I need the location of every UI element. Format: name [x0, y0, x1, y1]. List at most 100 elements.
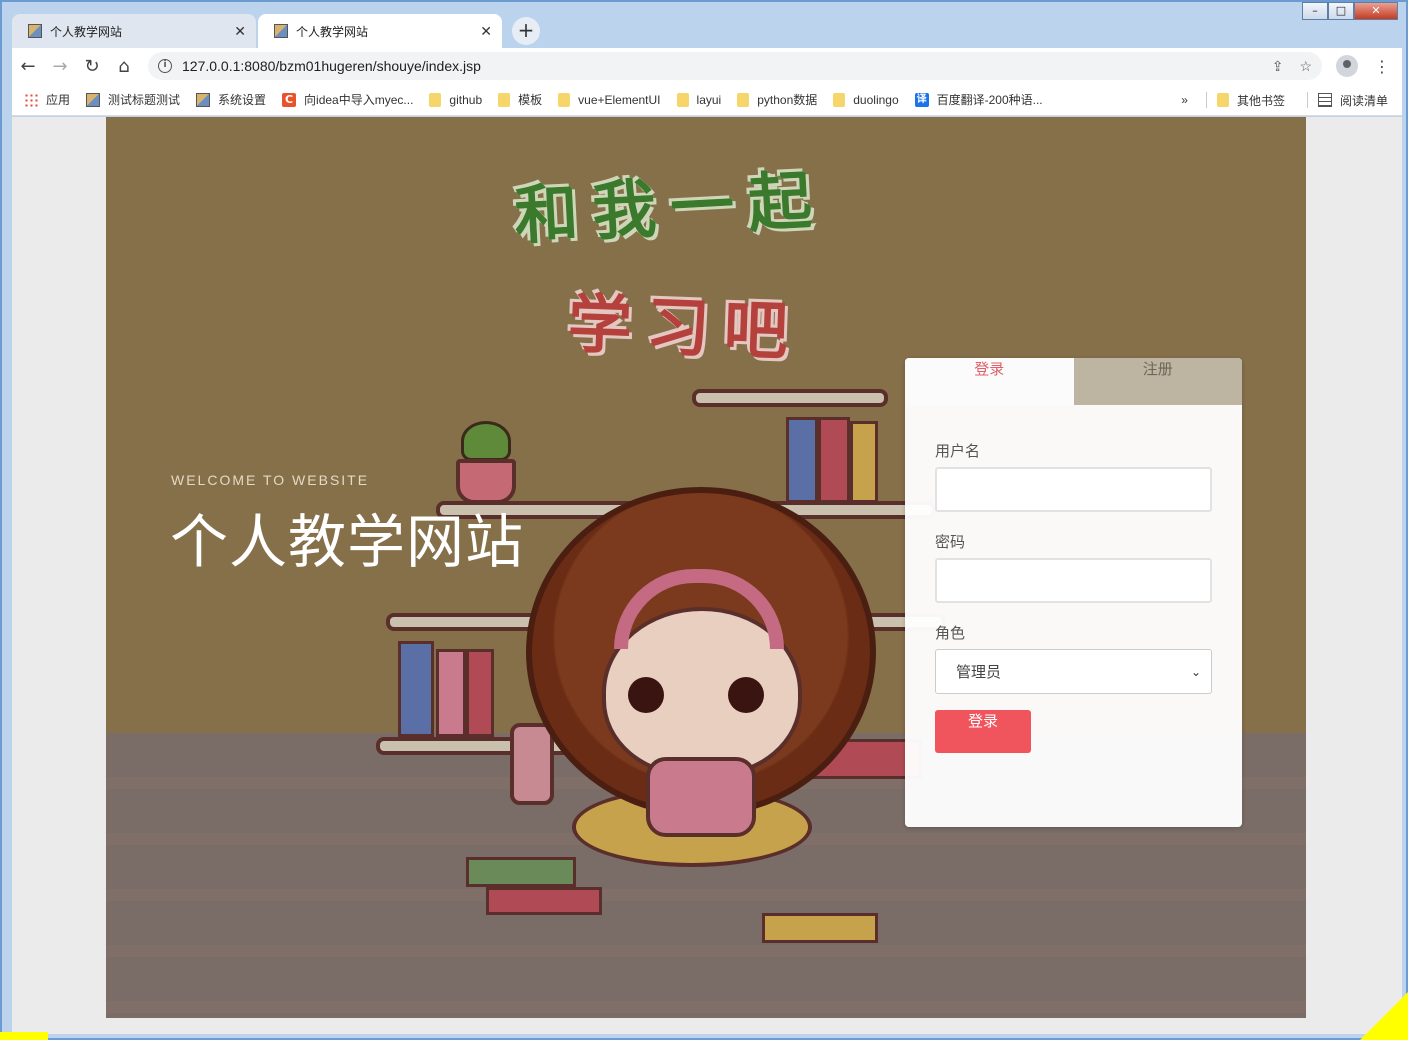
- tab-register[interactable]: 注册: [1073, 358, 1242, 405]
- bookmark-apps[interactable]: 应用: [24, 91, 70, 108]
- bookmarks-overflow-icon[interactable]: »: [1181, 93, 1188, 107]
- username-input[interactable]: [935, 467, 1212, 512]
- bookmark-label: python数据: [757, 93, 818, 107]
- role-label: 角色: [935, 624, 966, 642]
- folder-icon: [1216, 93, 1229, 107]
- browser-tab-active[interactable]: 个人教学网站 ✕: [258, 14, 502, 48]
- headline-study: 学习吧: [566, 287, 804, 371]
- login-card: 登录 注册 用户名 密码 角色 管理员 ⌄ 登录: [905, 358, 1242, 827]
- maximize-icon[interactable]: □: [1328, 2, 1354, 20]
- eye-illustration: [728, 677, 764, 713]
- bookmark-item[interactable]: C 向idea中导入myec...: [282, 91, 413, 108]
- divider: [1306, 92, 1308, 108]
- close-tab-icon[interactable]: ✕: [480, 23, 492, 40]
- browser-window: – □ ✕ 个人教学网站 ✕ 个人教学网站 ✕ + ← → ↻ ⌂ i 127.…: [0, 0, 1408, 1040]
- headline-learn-together: 和我一起: [512, 163, 829, 255]
- folder-icon: [737, 92, 750, 107]
- address-bar[interactable]: i 127.0.0.1:8080/bzm01hugeren/shouye/ind…: [148, 52, 1322, 80]
- bottle-illustration: [510, 723, 554, 805]
- bookmark-folder[interactable]: 模板: [498, 91, 542, 108]
- bookmark-folder[interactable]: python数据: [737, 91, 817, 108]
- bookmark-label: 其他书签: [1236, 93, 1285, 108]
- bookmark-label: 测试标题测试: [108, 93, 181, 107]
- profile-avatar-icon[interactable]: [1336, 55, 1358, 77]
- role-select[interactable]: 管理员 ⌄: [935, 649, 1212, 694]
- bookmark-item[interactable]: 译百度翻译-200种语...: [914, 91, 1043, 108]
- favicon-icon: [274, 24, 288, 38]
- bookmark-folder[interactable]: vue+ElementUI: [558, 92, 661, 107]
- bookmarks-right: » 其他书签 阅读清单: [1181, 84, 1388, 116]
- reading-list-icon: [1317, 93, 1332, 107]
- browser-toolbar: ← → ↻ ⌂ i 127.0.0.1:8080/bzm01hugeren/sh…: [12, 48, 1402, 84]
- new-tab-button[interactable]: +: [512, 17, 540, 45]
- role-selected-value: 管理员: [956, 663, 1002, 681]
- page-icon: [86, 92, 101, 107]
- folder-icon: [498, 92, 511, 107]
- close-window-icon[interactable]: ✕: [1354, 2, 1398, 20]
- csdn-icon: C: [282, 92, 297, 107]
- minimize-icon[interactable]: –: [1302, 2, 1328, 20]
- girl-body-illustration: [646, 757, 756, 837]
- bookmark-label: 模板: [518, 93, 543, 107]
- bookmark-label: 向idea中导入myec...: [304, 93, 414, 107]
- cactus-illustration: [461, 421, 511, 461]
- username-label: 用户名: [935, 442, 981, 460]
- password-input[interactable]: [935, 558, 1212, 603]
- share-icon[interactable]: ⇪: [1272, 58, 1284, 75]
- url-text[interactable]: 127.0.0.1:8080/bzm01hugeren/shouye/index…: [182, 58, 1256, 74]
- bookmark-label: layui: [696, 92, 722, 107]
- password-label: 密码: [935, 533, 966, 551]
- bookmark-item[interactable]: 系统设置: [196, 91, 266, 108]
- bookmark-label: 百度翻译-200种语...: [936, 93, 1043, 107]
- back-icon[interactable]: ←: [12, 56, 44, 77]
- page-viewport: 和我一起 学习吧 WELCOME TO WEBSITE 个人教学网站 登录 注册…: [12, 117, 1402, 1034]
- bookmark-label: 系统设置: [218, 93, 267, 107]
- bookmark-folder[interactable]: duolingo: [833, 92, 899, 107]
- book-illustration: [398, 641, 434, 737]
- bookmark-item[interactable]: 测试标题测试: [86, 91, 180, 108]
- bookmark-label: github: [449, 92, 483, 107]
- forward-icon[interactable]: →: [44, 56, 76, 77]
- tab-login[interactable]: 登录: [905, 358, 1074, 405]
- favicon-icon: [28, 24, 42, 38]
- tab-title: 个人教学网站: [296, 24, 369, 39]
- reload-icon[interactable]: ↻: [76, 56, 108, 77]
- bookmark-folder[interactable]: github: [429, 92, 483, 107]
- tab-strip: 个人教学网站 ✕ 个人教学网站 ✕ +: [12, 14, 540, 48]
- bookmark-star-icon[interactable]: ☆: [1299, 58, 1312, 75]
- book-illustration: [486, 887, 602, 915]
- home-icon[interactable]: ⌂: [108, 56, 140, 77]
- book-illustration: [436, 649, 466, 737]
- login-form: 用户名 密码 角色 管理员 ⌄ 登录: [905, 405, 1242, 753]
- translate-icon: 译: [914, 92, 929, 107]
- browser-tab[interactable]: 个人教学网站 ✕: [12, 14, 256, 48]
- window-controls: – □ ✕: [1302, 2, 1398, 20]
- folder-icon: [676, 92, 689, 107]
- close-tab-icon[interactable]: ✕: [234, 23, 246, 40]
- site-info-icon[interactable]: i: [158, 59, 172, 73]
- bookmark-label: 应用: [46, 93, 71, 107]
- tab-title: 个人教学网站: [50, 24, 123, 39]
- divider: [1205, 92, 1207, 108]
- bookmark-label: vue+ElementUI: [578, 92, 661, 107]
- book-illustration: [466, 857, 576, 887]
- apps-grid-icon: [24, 92, 38, 107]
- chevron-down-icon: ⌄: [1190, 664, 1201, 679]
- bookmark-label: duolingo: [853, 92, 899, 107]
- folder-icon: [558, 92, 571, 107]
- folder-icon: [429, 92, 442, 107]
- other-bookmarks[interactable]: 其他书签: [1216, 92, 1285, 109]
- corner-marker: [0, 1032, 48, 1040]
- page-icon: [196, 92, 211, 107]
- book-illustration: [850, 421, 878, 503]
- corner-marker: [1360, 992, 1408, 1040]
- browser-menu-icon[interactable]: ⋮: [1374, 57, 1390, 76]
- folder-icon: [833, 92, 846, 107]
- site-title: 个人教学网站: [170, 508, 525, 576]
- bookmarks-bar: 应用 测试标题测试 系统设置 C 向idea中导入myec... github 模…: [12, 84, 1402, 116]
- reading-list[interactable]: 阅读清单: [1317, 92, 1388, 109]
- login-register-tabs: 登录 注册: [905, 358, 1242, 405]
- bookmark-folder[interactable]: layui: [676, 92, 722, 107]
- book-illustration: [786, 417, 818, 503]
- login-button[interactable]: 登录: [935, 710, 1031, 753]
